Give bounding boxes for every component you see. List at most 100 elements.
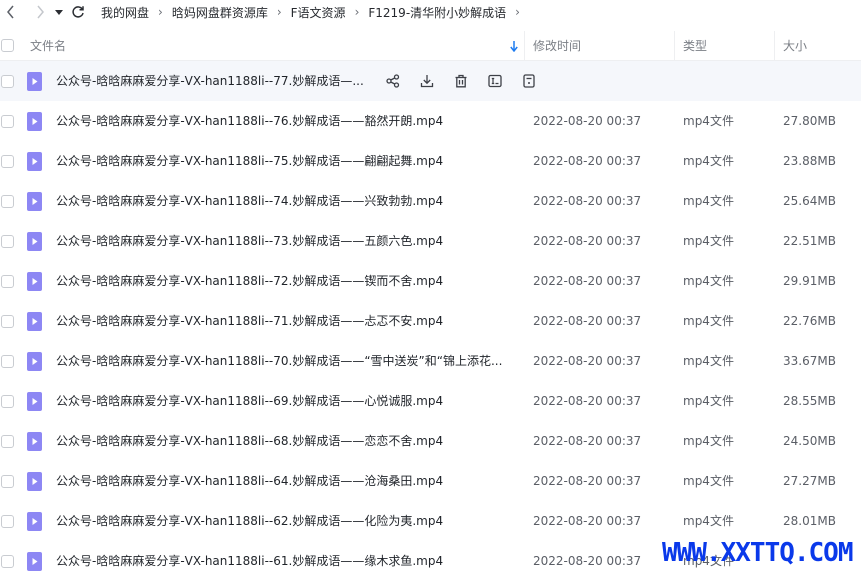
column-divider[interactable] bbox=[774, 31, 775, 61]
chevron-left-icon bbox=[6, 5, 14, 19]
column-header-modified[interactable]: 修改时间 bbox=[533, 31, 581, 61]
file-row[interactable]: 公众号-晗晗麻麻爱分享-VX-han1188li--76.妙解成语——豁然开朗.… bbox=[0, 101, 861, 141]
file-type: mp4文件 bbox=[683, 434, 734, 448]
file-modified: 2022-08-20 00:37 bbox=[533, 114, 642, 128]
file-type: mp4文件 bbox=[683, 154, 734, 168]
forward-button[interactable] bbox=[31, 2, 49, 22]
history-dropdown-button[interactable] bbox=[52, 2, 66, 22]
row-checkbox[interactable] bbox=[1, 435, 14, 448]
file-row[interactable]: 公众号-晗晗麻麻爱分享-VX-han1188li--62.妙解成语——化险为夷.… bbox=[0, 501, 861, 541]
file-name[interactable]: 公众号-晗晗麻麻爱分享-VX-han1188li--75.妙解成语——翩翩起舞.… bbox=[56, 141, 518, 181]
file-row[interactable]: 公众号-晗晗麻麻爱分享-VX-han1188li--77.妙解成语—... bbox=[0, 61, 861, 101]
breadcrumb-item[interactable]: 我的网盘 bbox=[101, 4, 149, 21]
download-button[interactable] bbox=[418, 72, 436, 90]
file-size: 22.51MB bbox=[783, 234, 836, 248]
breadcrumb: 我的网盘 › 晗妈网盘群资源库 › F语文资源 › F1219-清华附小妙解成语… bbox=[101, 4, 529, 21]
caret-down-icon bbox=[55, 9, 63, 15]
column-divider[interactable] bbox=[524, 31, 525, 61]
file-row[interactable]: 公众号-晗晗麻麻爱分享-VX-han1188li--64.妙解成语——沧海桑田.… bbox=[0, 461, 861, 501]
file-name[interactable]: 公众号-晗晗麻麻爱分享-VX-han1188li--77.妙解成语—... bbox=[56, 61, 368, 101]
file-row[interactable]: 公众号-晗晗麻麻爱分享-VX-han1188li--69.妙解成语——心悦诚服.… bbox=[0, 381, 861, 421]
column-header-size[interactable]: 大小 bbox=[783, 31, 807, 61]
file-modified: 2022-08-20 00:37 bbox=[533, 394, 642, 408]
column-divider[interactable] bbox=[674, 31, 675, 61]
file-type: mp4文件 bbox=[683, 354, 734, 368]
more-button[interactable] bbox=[520, 72, 538, 90]
video-file-icon bbox=[27, 152, 42, 171]
file-name[interactable]: 公众号-晗晗麻麻爱分享-VX-han1188li--70.妙解成语——“雪中送炭… bbox=[56, 341, 518, 381]
delete-button[interactable] bbox=[452, 72, 470, 90]
file-type: mp4文件 bbox=[683, 194, 734, 208]
video-file-icon bbox=[27, 552, 42, 571]
file-size: 29.91MB bbox=[783, 274, 836, 288]
row-checkbox[interactable] bbox=[1, 315, 14, 328]
video-file-icon bbox=[27, 312, 42, 331]
file-name[interactable]: 公众号-晗晗麻麻爱分享-VX-han1188li--76.妙解成语——豁然开朗.… bbox=[56, 101, 518, 141]
file-type: mp4文件 bbox=[683, 394, 734, 408]
more-icon bbox=[523, 74, 535, 88]
breadcrumb-separator-icon: › bbox=[276, 5, 282, 19]
back-button[interactable] bbox=[1, 2, 19, 22]
row-checkbox[interactable] bbox=[1, 275, 14, 288]
file-row[interactable]: 公众号-晗晗麻麻爱分享-VX-han1188li--74.妙解成语——兴致勃勃.… bbox=[0, 181, 861, 221]
file-size: 33.67MB bbox=[783, 354, 836, 368]
file-size: 28.01MB bbox=[783, 514, 836, 528]
file-name[interactable]: 公众号-晗晗麻麻爱分享-VX-han1188li--64.妙解成语——沧海桑田.… bbox=[56, 461, 518, 501]
row-checkbox[interactable] bbox=[1, 75, 14, 88]
row-checkbox[interactable] bbox=[1, 475, 14, 488]
column-header-name[interactable]: 文件名 bbox=[30, 31, 66, 61]
file-name[interactable]: 公众号-晗晗麻麻爱分享-VX-han1188li--68.妙解成语——恋恋不舍.… bbox=[56, 421, 518, 461]
row-checkbox[interactable] bbox=[1, 155, 14, 168]
file-modified: 2022-08-20 00:37 bbox=[533, 234, 642, 248]
row-checkbox[interactable] bbox=[1, 395, 14, 408]
row-checkbox[interactable] bbox=[1, 195, 14, 208]
column-header-type[interactable]: 类型 bbox=[683, 31, 707, 61]
share-icon bbox=[386, 74, 400, 88]
file-name[interactable]: 公众号-晗晗麻麻爱分享-VX-han1188li--61.妙解成语——缘木求鱼.… bbox=[56, 541, 518, 576]
video-file-icon bbox=[27, 232, 42, 251]
video-file-icon bbox=[27, 272, 42, 291]
file-row[interactable]: 公众号-晗晗麻麻爱分享-VX-han1188li--71.妙解成语——忐忑不安.… bbox=[0, 301, 861, 341]
row-checkbox[interactable] bbox=[1, 355, 14, 368]
file-modified: 2022-08-20 00:37 bbox=[533, 514, 642, 528]
file-row[interactable]: 公众号-晗晗麻麻爱分享-VX-han1188li--75.妙解成语——翩翩起舞.… bbox=[0, 141, 861, 181]
file-size: 25.64MB bbox=[783, 194, 836, 208]
file-modified: 2022-08-20 00:37 bbox=[533, 474, 642, 488]
row-checkbox[interactable] bbox=[1, 235, 14, 248]
file-name[interactable]: 公众号-晗晗麻麻爱分享-VX-han1188li--71.妙解成语——忐忑不安.… bbox=[56, 301, 518, 341]
breadcrumb-item[interactable]: 晗妈网盘群资源库 bbox=[172, 4, 268, 21]
file-modified: 2022-08-20 00:37 bbox=[533, 154, 642, 168]
watermark: WWW.XXTTQ.COM bbox=[662, 538, 853, 568]
row-checkbox[interactable] bbox=[1, 115, 14, 128]
rename-icon bbox=[488, 74, 502, 88]
file-size: 24.50MB bbox=[783, 434, 836, 448]
row-checkbox[interactable] bbox=[1, 515, 14, 528]
refresh-button[interactable] bbox=[69, 2, 87, 22]
file-name[interactable]: 公众号-晗晗麻麻爱分享-VX-han1188li--72.妙解成语——锲而不舍.… bbox=[56, 261, 518, 301]
file-type: mp4文件 bbox=[683, 314, 734, 328]
file-row[interactable]: 公众号-晗晗麻麻爱分享-VX-han1188li--73.妙解成语——五颜六色.… bbox=[0, 221, 861, 261]
breadcrumb-item[interactable]: F语文资源 bbox=[291, 4, 346, 21]
row-checkbox[interactable] bbox=[1, 555, 14, 568]
file-name[interactable]: 公众号-晗晗麻麻爱分享-VX-han1188li--69.妙解成语——心悦诚服.… bbox=[56, 381, 518, 421]
file-size: 27.80MB bbox=[783, 114, 836, 128]
file-modified: 2022-08-20 00:37 bbox=[533, 194, 642, 208]
rename-button[interactable] bbox=[486, 72, 504, 90]
breadcrumb-separator-icon: › bbox=[515, 5, 520, 19]
breadcrumb-item-current[interactable]: F1219-清华附小妙解成语 bbox=[368, 4, 506, 21]
file-name[interactable]: 公众号-晗晗麻麻爱分享-VX-han1188li--74.妙解成语——兴致勃勃.… bbox=[56, 181, 518, 221]
video-file-icon bbox=[27, 512, 42, 531]
file-name[interactable]: 公众号-晗晗麻麻爱分享-VX-han1188li--73.妙解成语——五颜六色.… bbox=[56, 221, 518, 261]
share-button[interactable] bbox=[384, 72, 402, 90]
refresh-icon bbox=[72, 6, 84, 18]
file-modified: 2022-08-20 00:37 bbox=[533, 274, 642, 288]
file-row[interactable]: 公众号-晗晗麻麻爱分享-VX-han1188li--72.妙解成语——锲而不舍.… bbox=[0, 261, 861, 301]
row-hover-actions bbox=[384, 72, 554, 90]
file-row[interactable]: 公众号-晗晗麻麻爱分享-VX-han1188li--68.妙解成语——恋恋不舍.… bbox=[0, 421, 861, 461]
sort-descending-icon[interactable] bbox=[510, 41, 518, 52]
file-type: mp4文件 bbox=[683, 274, 734, 288]
file-name[interactable]: 公众号-晗晗麻麻爱分享-VX-han1188li--62.妙解成语——化险为夷.… bbox=[56, 501, 518, 541]
select-all-checkbox[interactable] bbox=[1, 39, 14, 52]
file-row[interactable]: 公众号-晗晗麻麻爱分享-VX-han1188li--70.妙解成语——“雪中送炭… bbox=[0, 341, 861, 381]
file-type: mp4文件 bbox=[683, 114, 734, 128]
